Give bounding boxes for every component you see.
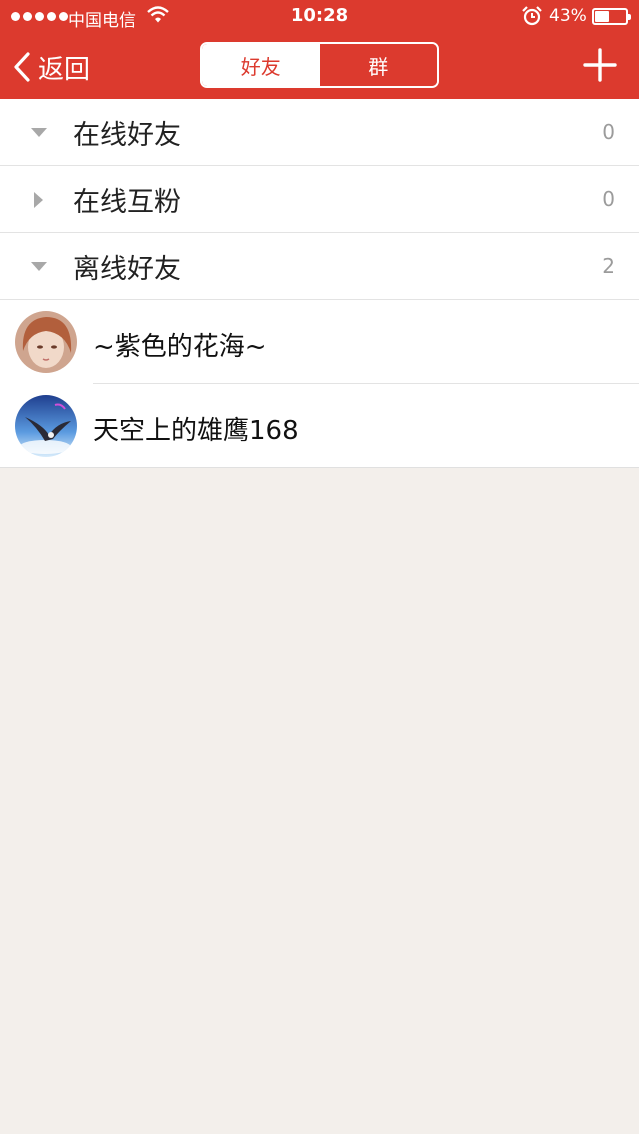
group-count: 0 <box>602 120 615 144</box>
clock-time: 10:28 <box>290 5 349 26</box>
back-button-label: 返回 <box>38 54 91 85</box>
avatar <box>15 395 77 457</box>
status-bar: 中国电信 10:28 43% <box>0 0 639 34</box>
battery-icon <box>592 8 631 25</box>
friend-row[interactable]: ~紫色的花海~ <box>0 300 639 384</box>
friend-list: 在线好友 0 在线互粉 0 离线好友 2 ~紫色的花海~ 天空上的雄鹰168 <box>0 99 639 468</box>
top-bar: 中国电信 10:28 43% 返回 好友 群 <box>0 0 639 99</box>
triangle-right-icon <box>34 192 43 208</box>
group-name: 在线好友 <box>73 120 181 151</box>
group-count: 0 <box>602 187 615 211</box>
group-name: 在线互粉 <box>73 187 181 218</box>
group-name: 离线好友 <box>73 254 181 285</box>
group-count: 2 <box>602 254 615 278</box>
friend-name: 天空上的雄鹰168 <box>93 416 299 446</box>
group-row-offline-friends[interactable]: 离线好友 2 <box>0 233 639 300</box>
triangle-down-icon <box>31 262 47 271</box>
group-row-mutual-fans[interactable]: 在线互粉 0 <box>0 166 639 233</box>
avatar <box>15 311 77 373</box>
battery-percentage: 43% <box>549 6 587 26</box>
alarm-icon <box>522 6 542 26</box>
friend-name: ~紫色的花海~ <box>93 332 267 362</box>
tab-groups[interactable]: 群 <box>319 44 437 86</box>
group-row-online-friends[interactable]: 在线好友 0 <box>0 99 639 166</box>
chevron-left-icon <box>14 52 30 82</box>
friend-row[interactable]: 天空上的雄鹰168 <box>0 384 639 468</box>
triangle-down-icon <box>31 128 47 137</box>
add-icon[interactable] <box>583 48 617 82</box>
segmented-control: 好友 群 <box>200 42 439 88</box>
tab-friends[interactable]: 好友 <box>202 44 320 86</box>
back-button[interactable]: 返回 <box>12 48 90 86</box>
